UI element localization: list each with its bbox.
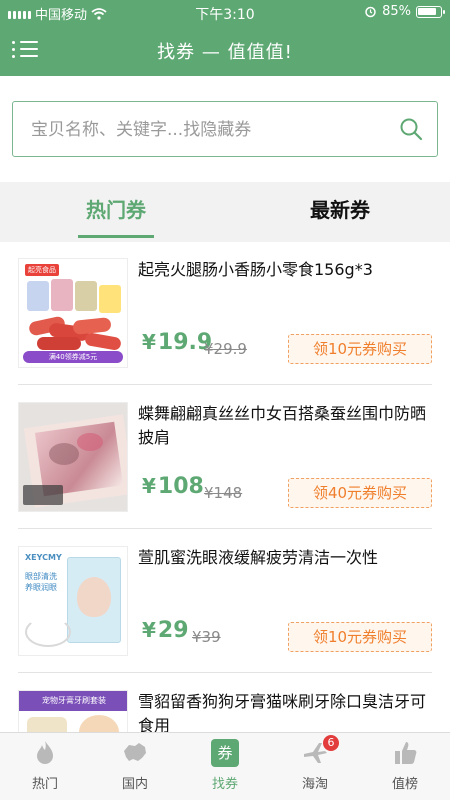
- search-box[interactable]: [12, 101, 438, 157]
- product-image: 宠物牙膏牙刷套装: [18, 690, 128, 732]
- original-price: ¥29.9: [204, 340, 247, 358]
- tab-domestic[interactable]: 国内: [90, 739, 180, 799]
- status-bar: 中国移动 下午3:10 85%: [0, 0, 450, 24]
- china-map-icon: [121, 739, 149, 767]
- brand-badge: 起亮食品: [25, 264, 59, 276]
- original-price: ¥148: [204, 484, 243, 502]
- product-title[interactable]: 蝶舞翩翩真丝丝巾女百搭桑蚕丝围巾防晒披肩: [138, 402, 430, 450]
- tab-label: 找券: [211, 777, 238, 792]
- nav-bar: 找券 — 值值值!: [0, 28, 450, 72]
- list-item[interactable]: XEYCMY 眼部清洗 养眼润眼 萱肌蜜洗眼液缓解疲劳清洁一次性 ¥29 ¥39…: [0, 530, 450, 673]
- bottom-nav: 热门 国内 券 找券 6 海淘 值榜: [0, 732, 450, 800]
- tab-find-coupons[interactable]: 券 找券: [180, 739, 270, 799]
- battery-percent: 85%: [382, 4, 411, 19]
- product-list: 起亮食品 满40领券减5元 起亮火腿肠小香肠小零食156g*3 ¥19.9 ¥2…: [0, 242, 450, 732]
- get-coupon-button[interactable]: 领10元券购买: [288, 622, 432, 652]
- notification-badge: 6: [323, 735, 339, 751]
- list-item[interactable]: 蝶舞翩翩真丝丝巾女百搭桑蚕丝围巾防晒披肩 ¥108 ¥148 领40元券购买: [0, 386, 450, 529]
- thumb-caption: 宠物牙膏牙刷套装: [19, 691, 127, 711]
- current-price: ¥19.9: [142, 330, 213, 355]
- battery-icon: [416, 5, 445, 18]
- page-title: 找券 — 值值值!: [157, 42, 293, 63]
- current-price: ¥29: [142, 618, 189, 643]
- get-coupon-button[interactable]: 领40元券购买: [288, 478, 432, 508]
- tab-new-coupons[interactable]: 最新券: [300, 194, 380, 234]
- flame-icon: [31, 739, 59, 767]
- status-right: 85%: [364, 4, 445, 19]
- coupon-icon: 券: [211, 739, 239, 767]
- tab-ranking[interactable]: 值榜: [360, 739, 450, 799]
- get-coupon-button[interactable]: 领10元券购买: [288, 334, 432, 364]
- list-item[interactable]: 宠物牙膏牙刷套装 雪貂留香狗狗牙膏猫咪刷牙除口臭洁牙可食用: [0, 674, 450, 732]
- divider: [18, 528, 432, 529]
- promo-banner: 满40领券减5元: [23, 351, 123, 363]
- thumbs-up-icon: [391, 739, 419, 767]
- divider: [18, 672, 432, 673]
- product-title[interactable]: 萱肌蜜洗眼液缓解疲劳清洁一次性: [138, 546, 430, 570]
- tab-label: 热门: [31, 777, 58, 792]
- airplane-icon: 6: [301, 735, 339, 767]
- tab-overseas[interactable]: 6 海淘: [270, 735, 360, 799]
- product-title[interactable]: 雪貂留香狗狗牙膏猫咪刷牙除口臭洁牙可食用: [138, 690, 430, 732]
- product-image: 起亮食品 满40领券减5元: [18, 258, 128, 368]
- product-image: [18, 402, 128, 512]
- original-price: ¥39: [192, 628, 221, 646]
- tab-label: 海淘: [301, 777, 328, 792]
- product-title[interactable]: 起亮火腿肠小香肠小零食156g*3: [138, 258, 430, 282]
- search-input[interactable]: [31, 116, 391, 144]
- tab-label: 值榜: [391, 777, 418, 792]
- current-price: ¥108: [142, 474, 204, 499]
- tab-label: 国内: [121, 777, 148, 792]
- divider: [18, 384, 432, 385]
- alarm-icon: [365, 6, 376, 18]
- tab-hot[interactable]: 热门: [0, 739, 90, 799]
- coupon-tabs: 热门券 最新券: [0, 182, 450, 242]
- thumb-brand: XEYCMY: [25, 553, 62, 562]
- top-bar: 中国移动 下午3:10 85% 找券 — 值值值!: [0, 0, 450, 76]
- thumb-caption: 眼部清洗 养眼润眼: [25, 572, 57, 592]
- tab-hot-coupons[interactable]: 热门券: [78, 194, 154, 238]
- search-icon[interactable]: [399, 117, 423, 141]
- list-item[interactable]: 起亮食品 满40领券减5元 起亮火腿肠小香肠小零食156g*3 ¥19.9 ¥2…: [0, 242, 450, 385]
- product-image: XEYCMY 眼部清洗 养眼润眼: [18, 546, 128, 656]
